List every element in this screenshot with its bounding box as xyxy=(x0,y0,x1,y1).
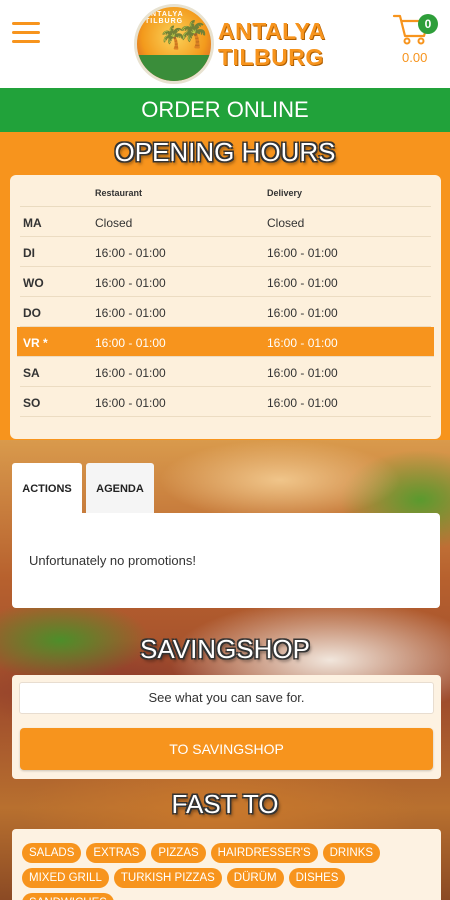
promotions-empty-text: Unfortunately no promotions! xyxy=(29,553,196,568)
hours-row: VR * 16:00 - 01:00 16:00 - 01:00 xyxy=(17,327,434,357)
shopping-cart-button[interactable]: 0 0.00 xyxy=(390,8,442,65)
hours-delivery: 16:00 - 01:00 xyxy=(267,276,338,290)
order-online-button[interactable]: ORDER ONLINE xyxy=(0,88,450,132)
hours-day: MA xyxy=(23,216,42,230)
hours-day: VR * xyxy=(23,336,48,350)
cart-count-badge: 0 xyxy=(418,14,438,34)
hours-row: WO 16:00 - 01:00 16:00 - 01:00 xyxy=(20,267,431,297)
hours-restaurant: 16:00 - 01:00 xyxy=(95,336,166,350)
savingshop-panel: See what you can save for. TO SAVINGSHOP xyxy=(12,675,441,779)
hours-restaurant: 16:00 - 01:00 xyxy=(95,396,166,410)
hours-delivery: 16:00 - 01:00 xyxy=(267,366,338,380)
hours-row: MA Closed Closed xyxy=(20,207,431,237)
column-delivery: Delivery xyxy=(267,188,303,198)
fast-to-chip[interactable]: TURKISH PIZZAS xyxy=(113,868,222,888)
hours-restaurant: 16:00 - 01:00 xyxy=(95,276,166,290)
hours-row: DI 16:00 - 01:00 16:00 - 01:00 xyxy=(20,237,431,267)
hours-restaurant: 16:00 - 01:00 xyxy=(95,306,166,320)
hours-day: WO xyxy=(23,276,44,290)
tab-actions[interactable]: ACTIONS xyxy=(12,463,82,515)
fast-to-chip[interactable]: SALADS xyxy=(22,843,82,863)
tab-agenda[interactable]: AGENDA xyxy=(86,463,154,515)
hours-row: SO 16:00 - 01:00 16:00 - 01:00 xyxy=(20,387,431,417)
column-restaurant: Restaurant xyxy=(95,188,143,198)
fast-to-chip[interactable]: HAIRDRESSER'S xyxy=(210,843,318,863)
savingshop-subtitle: See what you can save for. xyxy=(19,682,434,714)
hours-delivery: 16:00 - 01:00 xyxy=(267,246,338,260)
logo-text: ANTALYA TILBURG xyxy=(218,18,325,70)
opening-hours-title: OPENING HOURS xyxy=(114,137,336,167)
fast-to-chip[interactable]: DISHES xyxy=(288,868,346,888)
fast-to-chip[interactable]: PIZZAS xyxy=(151,843,206,863)
hours-table-header: Restaurant Delivery xyxy=(20,175,431,207)
hours-delivery: 16:00 - 01:00 xyxy=(267,396,338,410)
fast-to-chip[interactable]: EXTRAS xyxy=(86,843,147,863)
hours-day: DI xyxy=(23,246,35,260)
fast-to-chip[interactable]: DÜRÜM xyxy=(226,868,284,888)
cart-total: 0.00 xyxy=(402,50,428,65)
hours-day: DO xyxy=(23,306,41,320)
hours-restaurant: Closed xyxy=(95,216,133,230)
logo-line-2: TILBURG xyxy=(218,44,324,70)
fast-to-panel: SALADS EXTRAS PIZZAS HAIRDRESSER'S DRINKS MIX… xyxy=(12,829,441,900)
savingshop-title: SAVINGSHOP xyxy=(139,634,310,664)
hours-row: SA 16:00 - 01:00 16:00 - 01:00 xyxy=(20,357,431,387)
hours-delivery: 16:00 - 01:00 xyxy=(267,336,338,350)
app-header: ANTALYA TILBURG 🌴 🌴 ANTALYA TILBURG 0 0.… xyxy=(0,0,450,88)
hours-delivery: Closed xyxy=(267,216,305,230)
logo-badge: ANTALYA TILBURG 🌴 🌴 xyxy=(134,4,214,84)
restaurant-logo[interactable]: ANTALYA TILBURG 🌴 🌴 ANTALYA TILBURG xyxy=(134,4,325,86)
fast-to-chip[interactable]: DRINKS xyxy=(322,843,381,863)
hours-restaurant: 16:00 - 01:00 xyxy=(95,246,166,260)
fast-to-title: FAST TO xyxy=(171,789,279,819)
palm-tree-icon: 🌴 xyxy=(177,19,210,49)
fast-to-chip[interactable]: MIXED GRILL xyxy=(22,868,109,888)
hamburger-icon[interactable] xyxy=(12,22,40,44)
hours-day: SO xyxy=(23,396,41,410)
hours-day: SA xyxy=(23,366,40,380)
hours-row: DO 16:00 - 01:00 16:00 - 01:00 xyxy=(20,297,431,327)
hours-delivery: 16:00 - 01:00 xyxy=(267,306,338,320)
opening-hours-table: Restaurant Delivery MA Closed Closed DI 16:0… xyxy=(10,175,441,439)
hours-restaurant: 16:00 - 01:00 xyxy=(95,366,166,380)
promotions-panel: Unfortunately no promotions! xyxy=(12,513,440,608)
to-savingshop-button[interactable]: TO SAVINGSHOP xyxy=(20,728,433,770)
logo-line-1: ANTALYA xyxy=(218,18,326,44)
fast-to-chip[interactable]: SANDWICHES xyxy=(22,893,114,900)
